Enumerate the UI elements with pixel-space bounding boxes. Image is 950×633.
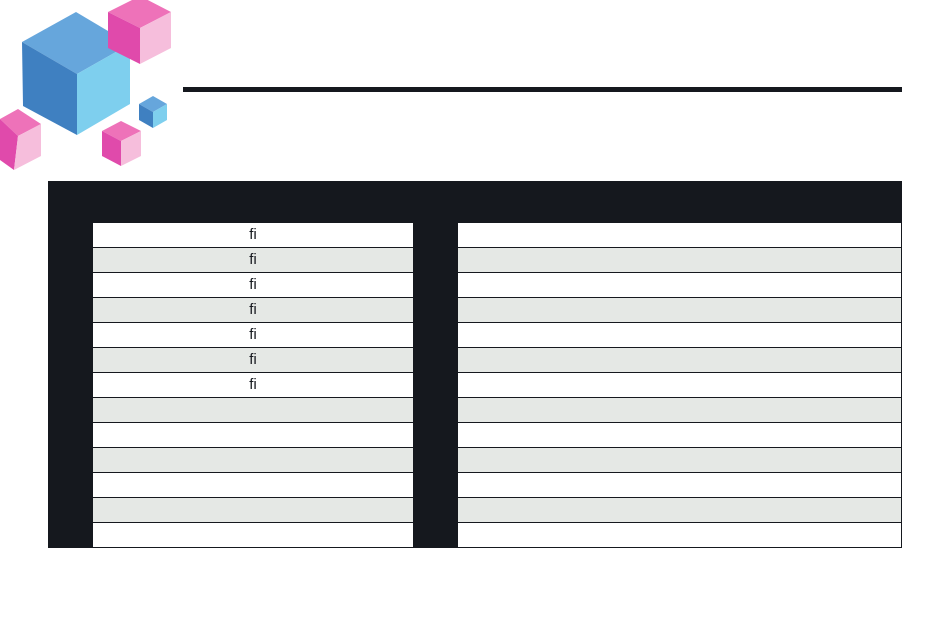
title-rule xyxy=(183,87,902,92)
row-key-cell-2 xyxy=(413,523,458,547)
table-row xyxy=(48,472,902,497)
row-key-cell xyxy=(48,523,93,547)
row-value-cell-2 xyxy=(458,223,902,247)
table-row: ﬁ xyxy=(48,222,902,247)
row-key-cell-2 xyxy=(413,223,458,247)
row-value-cell xyxy=(93,398,413,422)
row-key-cell xyxy=(48,323,93,347)
row-key-cell-2 xyxy=(413,298,458,322)
table-row: ﬁ xyxy=(48,247,902,272)
row-value-cell-2 xyxy=(458,348,902,372)
table-row xyxy=(48,422,902,447)
row-value-cell xyxy=(93,423,413,447)
table-row xyxy=(48,522,902,547)
blue-cube-small xyxy=(139,96,167,128)
row-value-cell-2 xyxy=(458,498,902,522)
table-row xyxy=(48,497,902,522)
row-key-cell xyxy=(48,248,93,272)
table-row: ﬁ xyxy=(48,347,902,372)
row-key-cell xyxy=(48,398,93,422)
row-value-cell-2 xyxy=(458,523,902,547)
row-value-cell-2 xyxy=(458,298,902,322)
row-value-cell-2 xyxy=(458,373,902,397)
row-key-cell xyxy=(48,273,93,297)
table-row: ﬁ xyxy=(48,297,902,322)
row-value-cell-2 xyxy=(458,473,902,497)
pink-cube-bottom xyxy=(102,121,141,166)
row-value-cell-2 xyxy=(458,398,902,422)
row-value-cell: ﬁ xyxy=(249,376,257,393)
row-key-cell xyxy=(48,448,93,472)
row-value-cell: ﬁ xyxy=(93,248,413,272)
row-key-cell-2 xyxy=(413,398,458,422)
row-value-cell: ﬁ xyxy=(249,226,257,243)
row-value-cell: ﬁ xyxy=(249,276,257,293)
table-header xyxy=(48,181,902,222)
row-key-cell-2 xyxy=(413,248,458,272)
cube-cluster-icon xyxy=(0,0,171,170)
row-key-cell-2 xyxy=(413,498,458,522)
row-key-cell-2 xyxy=(413,348,458,372)
row-value-cell-2 xyxy=(458,273,902,297)
row-value-cell: ﬁ xyxy=(93,348,413,372)
table-row xyxy=(48,447,902,472)
row-key-cell xyxy=(48,348,93,372)
row-value-cell-2 xyxy=(458,423,902,447)
row-value-cell-2 xyxy=(458,248,902,272)
row-value-cell xyxy=(93,473,413,497)
table-row: ﬁ xyxy=(48,372,902,397)
row-key-cell-2 xyxy=(413,473,458,497)
row-key-cell-2 xyxy=(413,423,458,447)
row-key-cell-2 xyxy=(413,273,458,297)
row-value-cell xyxy=(93,523,413,547)
row-value-cell-2 xyxy=(458,448,902,472)
row-value-cell xyxy=(93,498,413,522)
row-key-cell xyxy=(48,223,93,247)
row-key-cell xyxy=(48,473,93,497)
row-value-cell: ﬁ xyxy=(93,298,413,322)
row-key-cell xyxy=(48,373,93,397)
table-row xyxy=(48,397,902,422)
row-value-cell xyxy=(93,448,413,472)
row-key-cell xyxy=(48,298,93,322)
pink-cube-left xyxy=(0,109,41,170)
table-row: ﬁ xyxy=(48,322,902,347)
row-value-cell-2 xyxy=(458,323,902,347)
row-key-cell xyxy=(48,423,93,447)
row-key-cell-2 xyxy=(413,373,458,397)
row-value-cell: ﬁ xyxy=(249,326,257,343)
row-key-cell-2 xyxy=(413,448,458,472)
table-row: ﬁ xyxy=(48,272,902,297)
data-table: ﬁ ﬁ ﬁ ﬁ ﬁ ﬁ ﬁ xyxy=(48,181,902,548)
row-key-cell-2 xyxy=(413,323,458,347)
row-key-cell xyxy=(48,498,93,522)
